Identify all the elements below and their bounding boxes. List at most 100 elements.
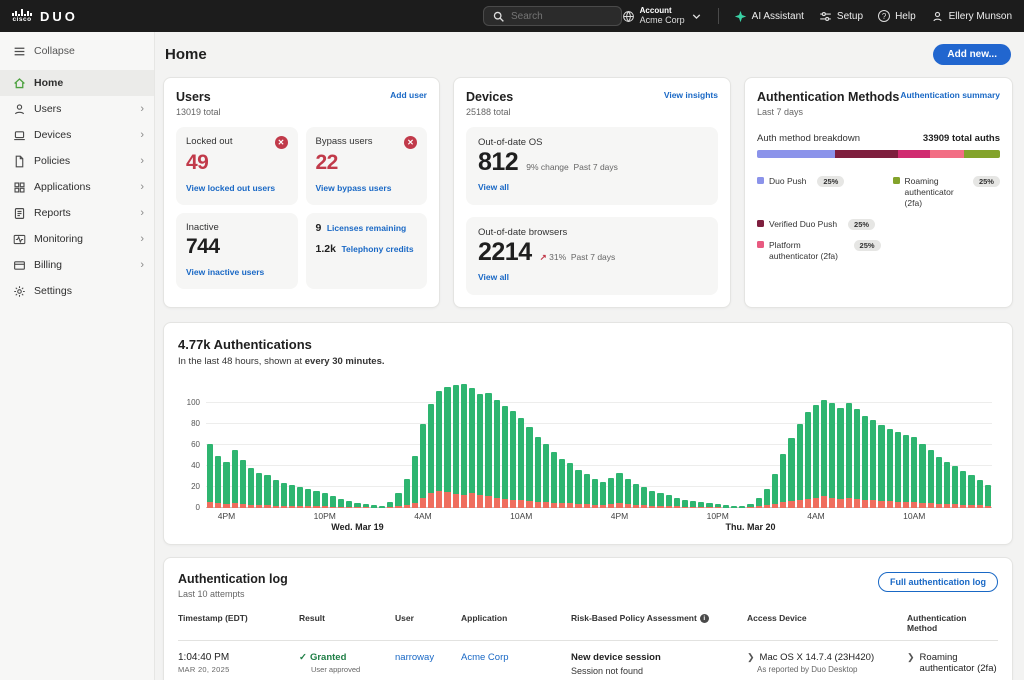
chart-bar xyxy=(928,450,934,508)
application-cell: Acme Corp xyxy=(461,652,563,680)
sidebar-item-devices[interactable]: Devices › xyxy=(0,122,154,148)
view-insights-link[interactable]: View insights xyxy=(664,90,718,100)
chart-bar xyxy=(273,480,279,508)
risk-cell: New device session Session not found Ses… xyxy=(571,652,739,680)
chart-bar xyxy=(420,424,426,508)
chart-bar xyxy=(412,456,418,509)
browsers-period: Past 7 days xyxy=(571,252,615,262)
chart-bar xyxy=(404,479,410,508)
legend-swatch xyxy=(757,241,764,248)
home-icon xyxy=(13,77,26,90)
chart-bar xyxy=(772,474,778,508)
chart-bar xyxy=(444,387,450,508)
chart-bar xyxy=(543,444,549,508)
auth-log-header-row: Timestamp (EDT) Result User Application … xyxy=(178,613,998,641)
chart-bar xyxy=(608,478,614,508)
info-icon[interactable]: i xyxy=(700,614,709,623)
col-access-device: Access Device xyxy=(747,613,899,633)
account-switcher[interactable]: Account Acme Corp xyxy=(622,6,703,26)
chart-bar xyxy=(944,462,950,508)
search-input[interactable] xyxy=(511,11,613,22)
chart-bar xyxy=(453,385,459,508)
setup-label: Setup xyxy=(837,11,863,22)
result-note: User approved xyxy=(311,665,387,674)
x-axis-tick: 4AM xyxy=(807,511,824,521)
sidebar-item-applications[interactable]: Applications › xyxy=(0,174,154,200)
chart-bar xyxy=(510,411,516,508)
view-inactive-link[interactable]: View inactive users xyxy=(186,267,264,277)
legend-swatch xyxy=(893,177,900,184)
result-label: Granted xyxy=(310,652,346,663)
add-user-link[interactable]: Add user xyxy=(390,90,427,100)
chart-bar xyxy=(338,499,344,508)
device-name: Mac OS X 14.7.4 (23H420) xyxy=(760,652,875,663)
x-axis-tick: 10PM xyxy=(314,511,336,521)
view-locked-out-link[interactable]: View locked out users xyxy=(186,183,275,193)
chart-bar xyxy=(968,475,974,508)
breakdown-segment xyxy=(835,150,898,158)
col-result: Result xyxy=(299,613,387,633)
chart-bar xyxy=(575,470,581,508)
chart-bar xyxy=(911,437,917,508)
full-auth-log-button[interactable]: Full authentication log xyxy=(878,572,998,592)
setup-button[interactable]: Setup xyxy=(819,10,863,23)
os-view-all-link[interactable]: View all xyxy=(478,182,509,192)
sidebar-item-policies[interactable]: Policies › xyxy=(0,148,154,174)
sidebar-item-billing[interactable]: Billing › xyxy=(0,252,154,278)
user-menu[interactable]: Ellery Munson xyxy=(931,10,1012,23)
expand-chevron-icon[interactable]: ❯ xyxy=(907,652,915,674)
sidebar-item-users[interactable]: Users › xyxy=(0,96,154,122)
sidebar-item-label: Billing xyxy=(34,259,132,271)
sidebar-item-reports[interactable]: Reports › xyxy=(0,200,154,226)
topbar-divider xyxy=(718,8,719,24)
help-label: Help xyxy=(895,11,916,22)
expand-chevron-icon[interactable]: ❯ xyxy=(747,652,755,663)
chart-bar xyxy=(854,409,860,508)
chart-bar xyxy=(985,485,991,508)
chart-bar xyxy=(780,454,786,508)
out-of-date-browsers-tile: Out-of-date browsers 2214 ↗ 31% Past 7 d… xyxy=(466,217,718,295)
sidebar-item-home[interactable]: Home xyxy=(0,70,154,96)
auth-log-title: Authentication log xyxy=(178,572,288,586)
auth-methods-title: Authentication Methods xyxy=(757,90,899,104)
account-text: Account Acme Corp xyxy=(640,6,685,26)
users-card: Users Add user 13019 total Locked out ✕ … xyxy=(163,77,440,308)
sidebar-item-label: Applications xyxy=(34,181,132,193)
chart-bar xyxy=(600,482,606,508)
help-button[interactable]: ? Help xyxy=(878,10,916,22)
sidebar-item-monitoring[interactable]: Monitoring › xyxy=(0,226,154,252)
chart-bar xyxy=(223,462,229,508)
view-bypass-link[interactable]: View bypass users xyxy=(316,183,392,193)
chart-plot: 020406080100 xyxy=(206,381,992,508)
legend-swatch xyxy=(757,177,764,184)
legend-pct-badge: 25% xyxy=(817,176,844,187)
sidebar-collapse[interactable]: Collapse xyxy=(0,36,154,66)
chart-bar xyxy=(878,425,884,508)
sidebar-item-settings[interactable]: Settings xyxy=(0,278,154,304)
chart-bar xyxy=(494,400,500,508)
auth-summary-link[interactable]: Authentication summary xyxy=(900,90,1000,100)
y-axis-tick: 20 xyxy=(178,482,200,491)
chart-bar xyxy=(551,452,557,508)
auth-log-card: Authentication log Last 10 attempts Full… xyxy=(163,557,1013,680)
add-new-button[interactable]: Add new... xyxy=(933,44,1011,65)
licenses-link[interactable]: Licenses remaining xyxy=(327,223,406,233)
locked-out-count: 49 xyxy=(186,151,288,175)
chart-bar xyxy=(207,444,213,508)
telephony-link[interactable]: Telephony credits xyxy=(341,244,413,254)
result-cell: ✓Granted User approved xyxy=(299,652,387,680)
y-axis-tick: 100 xyxy=(178,398,200,407)
auth-methods-legend: Duo Push 25% Verified Duo Push 25% Platf… xyxy=(757,176,1000,262)
search-box[interactable] xyxy=(483,6,622,26)
chart-bar xyxy=(616,473,622,508)
chart-bar xyxy=(805,412,811,508)
user-link[interactable]: narroway xyxy=(395,652,434,663)
browsers-view-all-link[interactable]: View all xyxy=(478,272,509,282)
ai-assistant-button[interactable]: AI Assistant xyxy=(734,10,804,23)
licenses-count: 9 xyxy=(316,222,322,234)
application-link[interactable]: Acme Corp xyxy=(461,652,509,663)
inactive-tile: Inactive 744 View inactive users xyxy=(176,213,298,289)
policies-icon xyxy=(13,155,26,168)
main-content: Home Add new... Users Add user 13019 tot… xyxy=(155,32,1024,680)
cisco-bars-icon xyxy=(12,9,32,16)
